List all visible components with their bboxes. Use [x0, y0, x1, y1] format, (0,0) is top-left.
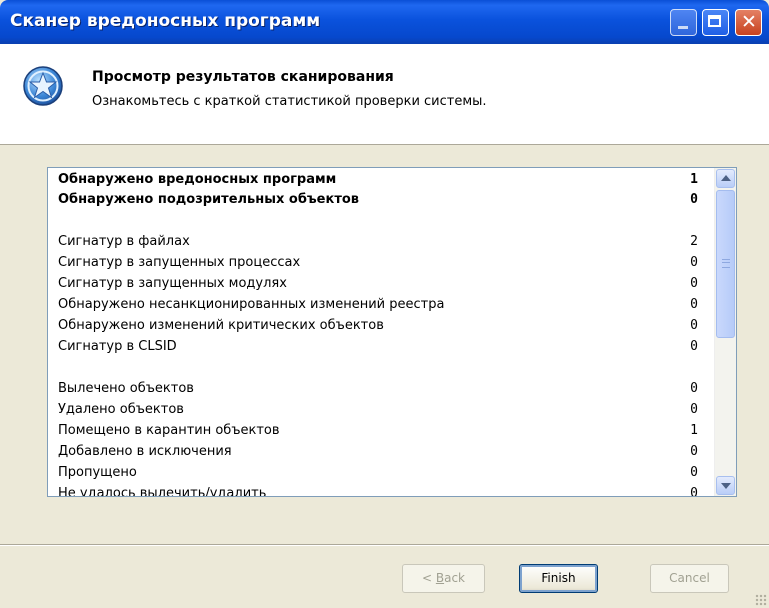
- vertical-scrollbar[interactable]: [714, 168, 736, 496]
- stats-row: Обнаружено подозрительных объектов 0: [58, 192, 698, 212]
- stats-row: Сигнатур в запущенных процессах 0: [58, 255, 698, 275]
- scan-results-list[interactable]: Обнаружено вредоносных программ 1 Обнаруже…: [47, 167, 737, 497]
- maximize-button[interactable]: [702, 9, 729, 36]
- stats-row-value: 0: [690, 339, 698, 354]
- header-subtitle: Ознакомьтесь с краткой статистикой прове…: [92, 94, 487, 109]
- close-icon: ✕: [741, 11, 757, 33]
- stats-row-label: Сигнатур в файлах: [58, 234, 190, 249]
- scroll-up-button[interactable]: [716, 169, 735, 188]
- grip-icon: [722, 259, 730, 268]
- stats-row-label: Удалено объектов: [58, 402, 184, 417]
- stats-row-value: 0: [690, 255, 698, 270]
- resize-grip-icon[interactable]: [755, 594, 767, 606]
- title-bar[interactable]: Сканер вредоносных программ ✕: [0, 0, 769, 44]
- stats-row-label: Сигнатур в CLSID: [58, 339, 177, 354]
- stats-row: Вылечено объектов 0: [58, 381, 698, 401]
- stats-row: Не удалось вылечить/удалить 0: [58, 486, 698, 497]
- close-button[interactable]: ✕: [735, 9, 762, 36]
- stats-row-label: Обнаружено вредоносных программ: [58, 172, 337, 187]
- stats-row-value: 0: [690, 402, 698, 417]
- stats-row-value: 0: [690, 444, 698, 459]
- stats-row: Удалено объектов 0: [58, 402, 698, 422]
- stats-row-label: Добавлено в исключения: [58, 444, 232, 459]
- stats-row-label: Вылечено объектов: [58, 381, 194, 396]
- stats-row-value: 0: [690, 486, 698, 497]
- scroll-down-button[interactable]: [716, 476, 735, 495]
- stats-row: Сигнатур в файлах 2: [58, 234, 698, 254]
- stats-row-value: 1: [690, 423, 698, 438]
- minimize-button[interactable]: [670, 9, 697, 36]
- arrow-up-icon: [721, 175, 731, 181]
- cancel-button[interactable]: Cancel: [650, 564, 729, 593]
- arrow-down-icon: [721, 483, 731, 489]
- header-title: Просмотр результатов сканирования: [92, 69, 394, 85]
- stats-row: Пропущено 0: [58, 465, 698, 485]
- finish-button[interactable]: Finish: [519, 564, 598, 593]
- stats-row-label: Обнаружено изменений критических объекто…: [58, 318, 384, 333]
- stats-row-value: 1: [690, 172, 698, 187]
- stats-row: Сигнатур в CLSID 0: [58, 339, 698, 359]
- footer-divider: [0, 544, 769, 546]
- stats-row-value: 2: [690, 234, 698, 249]
- star-shield-icon: [23, 66, 63, 106]
- maximize-icon: [708, 15, 721, 27]
- stats-row-label: Обнаружено подозрительных объектов: [58, 192, 360, 207]
- stats-row-value: 0: [690, 297, 698, 312]
- stats-row-label: Сигнатур в запущенных модулях: [58, 276, 287, 291]
- wizard-header: Просмотр результатов сканирования Ознако…: [0, 44, 769, 145]
- stats-row-value: 0: [690, 381, 698, 396]
- window-title: Сканер вредоносных программ: [10, 11, 321, 31]
- stats-row-label: Не удалось вылечить/удалить: [58, 486, 267, 497]
- stats-row: Добавлено в исключения 0: [58, 444, 698, 464]
- stats-row-value: 0: [690, 465, 698, 480]
- scrollbar-thumb[interactable]: [716, 190, 735, 338]
- stats-row: Сигнатур в запущенных модулях 0: [58, 276, 698, 296]
- stats-row-label: Помещено в карантин объектов: [58, 423, 280, 438]
- stats-row: Помещено в карантин объектов 1: [58, 423, 698, 443]
- stats-row: Обнаружено вредоносных программ 1: [58, 172, 698, 192]
- stats-row-label: Пропущено: [58, 465, 137, 480]
- minimize-icon: [678, 26, 688, 29]
- stats-row-value: 0: [690, 192, 698, 207]
- stats-row-label: Обнаружено несанкционированных изменений…: [58, 297, 445, 312]
- back-button[interactable]: < Back: [402, 564, 485, 593]
- stats-row: Обнаружено несанкционированных изменений…: [58, 297, 698, 317]
- stats-row-label: Сигнатур в запущенных процессах: [58, 255, 301, 270]
- stats-row: Обнаружено изменений критических объекто…: [58, 318, 698, 338]
- stats-row-value: 0: [690, 318, 698, 333]
- stats-row-value: 0: [690, 276, 698, 291]
